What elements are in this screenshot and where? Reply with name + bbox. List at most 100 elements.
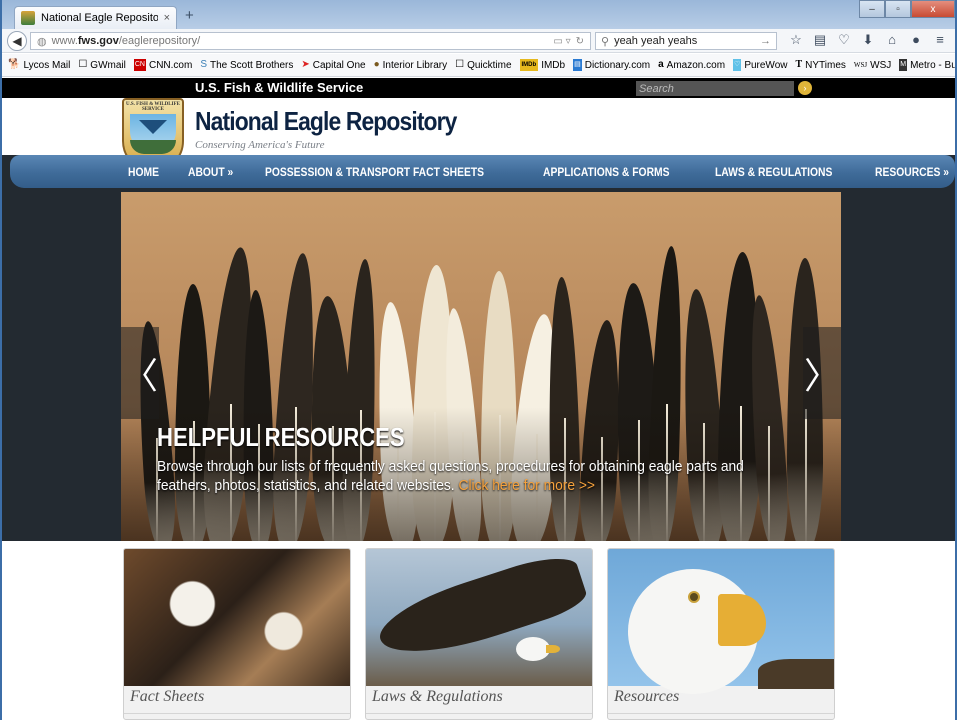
tab-strip: National Eagle Repository × + – ▫ x (2, 0, 955, 29)
site-header: U.S. FISH & WILDLIFE SERVICE National Ea… (2, 98, 955, 172)
bookmarks-toolbar: 🐕 Lycos Mail ☐ GWmail CN CNN.com S The Scott… (2, 54, 955, 77)
tab-national-eagle-repository[interactable]: National Eagle Repository × (14, 6, 177, 29)
agency-bar: U.S. Fish & Wildlife Service Search › (2, 78, 955, 98)
home-icon[interactable]: ⌂ (881, 32, 903, 48)
hero-description: Browse through our lists of frequently a… (157, 457, 764, 495)
search-go-icon[interactable]: → (760, 35, 771, 47)
bookmark-label: PureWow (744, 59, 788, 71)
amazon-icon: a (658, 59, 664, 70)
navigation-toolbar: ◀ ◍ www.fws.gov/eaglerepository/ ▭ ▿ ↻ ⚲… (2, 29, 955, 53)
bookmarks-menu-icon[interactable]: ▤ (809, 32, 831, 48)
bookmark-label: Interior Library (382, 59, 448, 71)
bookmark-star-icon[interactable]: ☆ (785, 32, 807, 48)
download-icon[interactable]: ⬇ (857, 32, 879, 48)
bookmark-scott-brothers[interactable]: S The Scott Brothers (200, 60, 293, 71)
bird-icon (139, 120, 167, 134)
site-title[interactable]: National Eagle Repository (195, 106, 457, 137)
bookmark-interior-library[interactable]: ● Interior Library (374, 60, 448, 71)
bookmark-dictionary[interactable]: ▤ Dictionary.com (573, 59, 650, 71)
bookmark-label: Lycos Mail (23, 59, 71, 71)
bookmark-lycos-mail[interactable]: 🐕 Lycos Mail (8, 60, 70, 71)
tab-close-icon[interactable]: × (164, 12, 170, 24)
bookmark-label: CNN.com (148, 59, 193, 71)
slider-next-button[interactable]: 〉 (803, 327, 841, 419)
reload-icon[interactable]: ↻ (576, 36, 584, 47)
nytimes-icon: T (795, 59, 803, 70)
interior-icon: ● (373, 59, 380, 70)
bookmark-purewow[interactable]: ♡ PureWow (733, 59, 787, 71)
bookmark-label: Amazon.com (666, 59, 726, 71)
card-resources[interactable]: Resources (607, 548, 835, 720)
back-button[interactable]: ◀ (7, 31, 27, 51)
bookmark-imdb[interactable]: IMDb IMDb (519, 59, 566, 71)
wsj-icon: WSJ (853, 61, 868, 69)
bookmark-label: The Scott Brothers (210, 59, 294, 71)
card-label: Laws & Regulations (372, 688, 503, 705)
cnn-icon: CN (133, 59, 146, 71)
bookmark-wsj[interactable]: WSJ WSJ (854, 60, 891, 71)
capitalone-icon: ➤ (301, 59, 310, 70)
hero-more-link[interactable]: Click here for more >> (458, 477, 595, 494)
dictionary-icon: ▤ (573, 59, 582, 71)
menu-item-applications-forms[interactable]: APPLICATIONS & FORMS (543, 165, 670, 179)
hero-title: HELPFUL RESOURCES (157, 422, 405, 452)
bookmark-label: IMDb (541, 59, 566, 71)
flying-eagle-photo (366, 549, 592, 686)
slider-prev-button[interactable]: 〈 (121, 327, 159, 419)
hero-slider: 〈 〉 HELPFUL RESOURCES Browse through our… (121, 192, 841, 541)
bookmark-label: Capital One (312, 59, 366, 71)
close-window-button[interactable]: x (911, 0, 955, 18)
pocket-icon[interactable]: ♡ (833, 32, 855, 48)
logo-text: U.S. FISH & WILDLIFE SERVICE (126, 102, 180, 112)
menu-item-home[interactable]: HOME (128, 165, 159, 179)
bookmark-label: Metro - Bus - Better Bus (910, 59, 955, 71)
eagle-head-photo (608, 549, 834, 694)
s-icon: S (200, 59, 207, 70)
toolbar-icons: ☆ ▤ ♡ ⬇ ⌂ ● ≡ (785, 32, 955, 48)
address-bar[interactable]: ◍ www.fws.gov/eaglerepository/ ▭ ▿ ↻ (30, 32, 591, 50)
agency-name[interactable]: U.S. Fish & Wildlife Service (195, 80, 363, 95)
purewow-icon: ♡ (733, 59, 742, 71)
minimize-button[interactable]: – (859, 0, 885, 18)
reader-view-icon[interactable]: ▭ ▿ (553, 36, 570, 47)
url-text[interactable]: www.fws.gov/eaglerepository/ (52, 35, 549, 47)
menu-icon[interactable]: ≡ (929, 32, 951, 48)
url-path: /eaglerepository/ (118, 35, 201, 47)
bookmark-label: Quicktime (467, 59, 512, 71)
bookmark-cnn[interactable]: CN CNN.com (133, 59, 193, 71)
card-fact-sheets[interactable]: Fact Sheets (123, 548, 351, 720)
card-label: Fact Sheets (130, 688, 205, 705)
bookmark-capital-one[interactable]: ➤ Capital One (301, 60, 365, 71)
menu-item-resources[interactable]: RESOURCES » (875, 165, 949, 179)
bookmark-amazon[interactable]: a Amazon.com (658, 60, 725, 71)
menu-item-about[interactable]: ABOUT » (188, 165, 233, 179)
bookmark-gwmail[interactable]: ☐ GWmail (78, 60, 126, 71)
url-domain: fws.gov (77, 35, 119, 47)
site-tagline: Conserving America's Future (195, 139, 325, 151)
card-laws-regulations[interactable]: Laws & Regulations (365, 548, 593, 720)
main-menu: HOME ABOUT » POSSESSION & TRANSPORT FACT… (10, 155, 955, 188)
site-search-go-icon[interactable]: › (798, 81, 812, 95)
imdb-icon: IMDb (519, 59, 539, 71)
browser-search-box[interactable]: ⚲ yeah yeah yeahs → (595, 32, 777, 50)
window-controls: – ▫ x (859, 0, 955, 18)
menu-item-possession-transport[interactable]: POSSESSION & TRANSPORT FACT SHEETS (265, 165, 484, 179)
metro-icon: M (899, 59, 908, 71)
new-tab-button[interactable]: + (185, 7, 194, 24)
bookmark-nytimes[interactable]: T NYTimes (795, 60, 845, 71)
site-search-input[interactable]: Search (636, 81, 794, 96)
maximize-button[interactable]: ▫ (885, 0, 911, 18)
url-prefix: www. (51, 35, 78, 47)
bookmark-label: NYTimes (805, 59, 846, 71)
back-arrow-icon: ◀ (12, 34, 22, 48)
browser-search-value[interactable]: yeah yeah yeahs (614, 35, 755, 47)
bookmark-metro[interactable]: MMetro - Bus - Better Bus (899, 59, 955, 71)
menu-item-laws-regulations[interactable]: LAWS & REGULATIONS (715, 165, 832, 179)
bookmark-label: GWmail (90, 59, 126, 71)
lycos-icon: 🐕 (8, 59, 21, 70)
site-favicon-icon (21, 11, 35, 25)
chat-icon[interactable]: ● (905, 32, 927, 48)
search-icon: ⚲ (601, 35, 610, 48)
bookmark-quicktime[interactable]: ☐ Quicktime (455, 60, 511, 71)
page-icon: ☐ (78, 59, 88, 70)
